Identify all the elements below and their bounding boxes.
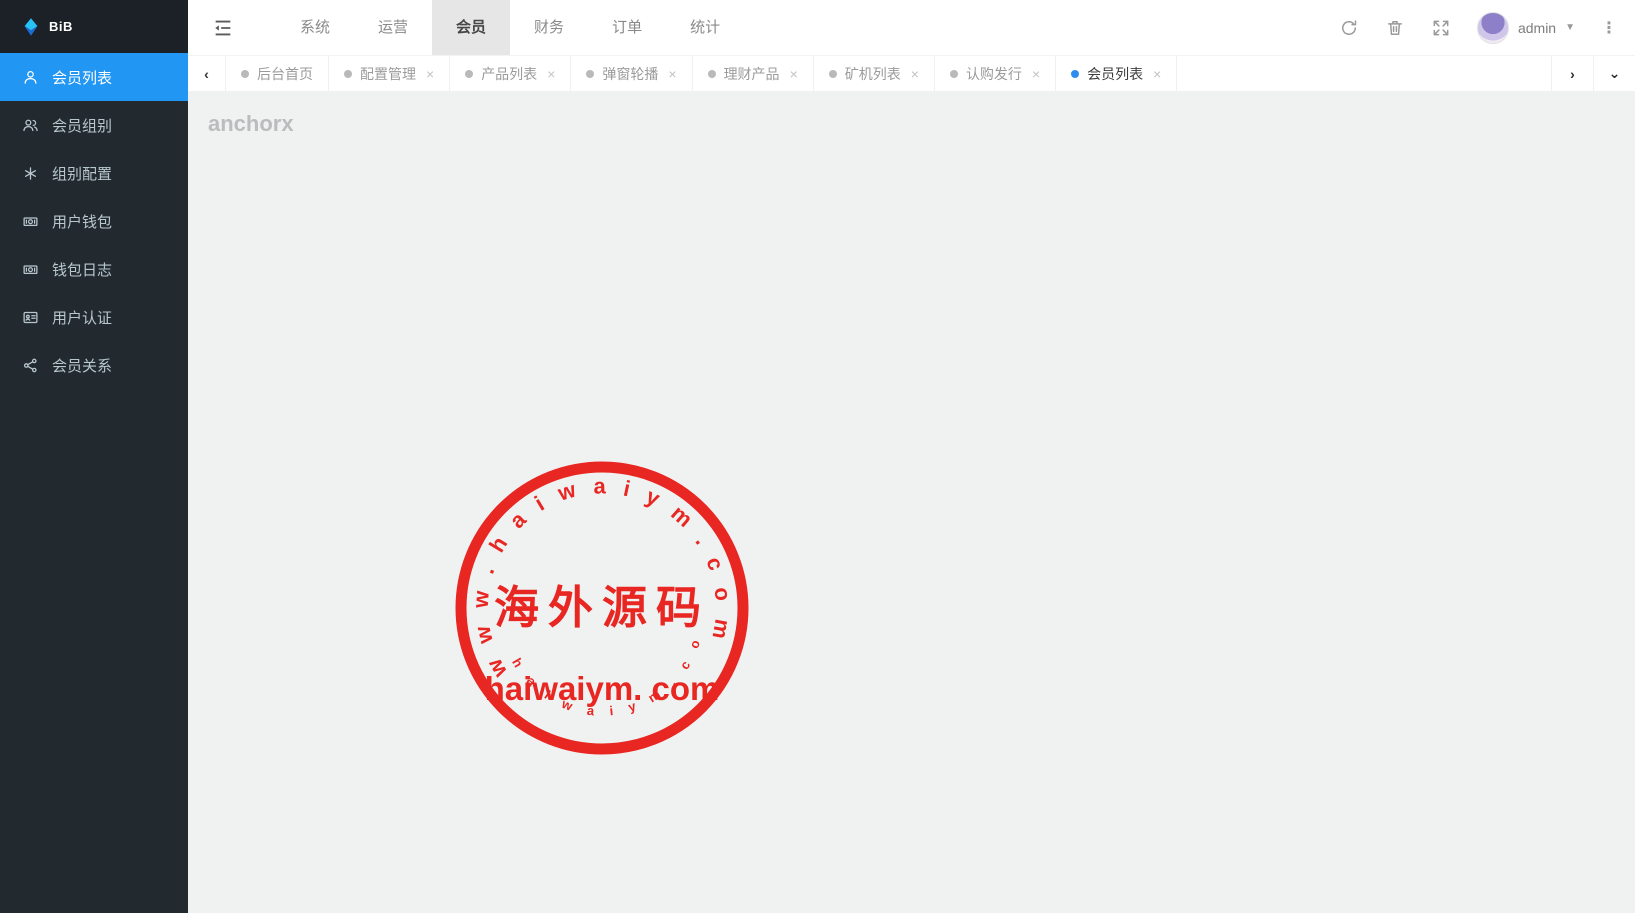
user-caret-down-icon: ▼ <box>1565 22 1575 33</box>
header-right: admin ▼ ⋮ <box>1339 12 1635 44</box>
top-nav: 系统运营会员财务订单统计 <box>276 0 744 55</box>
tab-产品列表[interactable]: 产品列表 × <box>450 56 571 91</box>
tabs-scroll-left-button[interactable]: ‹ <box>188 56 226 91</box>
tab-弹窗轮播[interactable]: 弹窗轮播 × <box>571 56 692 91</box>
sidebar-item-会员列表[interactable]: 会员列表 <box>0 53 188 101</box>
tab-label: 弹窗轮播 <box>602 64 658 84</box>
nav-item-统计[interactable]: 统计 <box>666 0 744 55</box>
sidebar-item-label: 组别配置 <box>52 163 112 184</box>
sidebar-item-会员组别[interactable]: 会员组别 <box>0 101 188 149</box>
tab-label: 后台首页 <box>257 64 313 84</box>
sidebar-menu: 会员列表会员组别组别配置用户钱包钱包日志用户认证会员关系 <box>0 53 188 389</box>
tab-认购发行[interactable]: 认购发行 × <box>935 56 1056 91</box>
share-icon <box>22 357 39 374</box>
tab-label: 会员列表 <box>1087 64 1143 84</box>
tab-status-dot <box>950 70 958 78</box>
user-menu[interactable]: admin ▼ <box>1477 12 1575 44</box>
tab-close-icon[interactable]: × <box>911 66 919 82</box>
tab-label: 配置管理 <box>360 64 416 84</box>
tab-status-dot <box>708 70 716 78</box>
sidebar-item-用户认证[interactable]: 用户认证 <box>0 293 188 341</box>
tab-理财产品[interactable]: 理财产品 × <box>693 56 814 91</box>
tab-label: 矿机列表 <box>845 64 901 84</box>
tab-close-icon[interactable]: × <box>1153 66 1161 82</box>
tab-bar: ‹ 后台首页配置管理×产品列表×弹窗轮播×理财产品×矿机列表×认购发行×会员列表… <box>188 55 1635 91</box>
nav-item-系统[interactable]: 系统 <box>276 0 354 55</box>
asterisk-icon <box>22 165 39 182</box>
more-options-icon[interactable]: ⋮ <box>1601 18 1617 38</box>
brand-name: anchorx <box>192 92 1635 913</box>
sidebar-item-会员关系[interactable]: 会员关系 <box>0 341 188 389</box>
tab-close-icon[interactable]: × <box>547 66 555 82</box>
tab-status-dot <box>344 70 352 78</box>
sidebar-item-组别配置[interactable]: 组别配置 <box>0 149 188 197</box>
tab-close-icon[interactable]: × <box>668 66 676 82</box>
user-avatar <box>1477 12 1509 44</box>
tab-会员列表[interactable]: 会员列表 × <box>1056 56 1177 91</box>
id-card-icon <box>22 309 39 326</box>
sidebar-toggle-icon <box>212 17 234 39</box>
tab-status-dot <box>241 70 249 78</box>
tab-status-dot <box>465 70 473 78</box>
sidebar-item-label: 钱包日志 <box>52 259 112 280</box>
sidebar-item-label: 会员列表 <box>52 67 112 88</box>
tab-label: 产品列表 <box>481 64 537 84</box>
sidebar-item-label: 用户认证 <box>52 307 112 328</box>
money-log-icon <box>22 261 39 278</box>
nav-item-会员[interactable]: 会员 <box>432 0 510 55</box>
tabs: 后台首页 配置管理 × 产品列表 × 弹窗轮播 × 理财产品 × 矿机列表 × 认购发行 × 会员列表 × <box>226 56 1177 91</box>
tab-status-dot <box>586 70 594 78</box>
tabbar-spacer <box>1177 56 1551 91</box>
tab-status-dot <box>829 70 837 78</box>
tab-label: 理财产品 <box>724 64 780 84</box>
nav-item-订单[interactable]: 订单 <box>588 0 666 55</box>
tab-矿机列表[interactable]: 矿机列表 × <box>814 56 935 91</box>
users-icon <box>22 117 39 134</box>
tab-label: 认购发行 <box>966 64 1022 84</box>
sidebar-toggle-button[interactable] <box>188 0 258 55</box>
nav-item-运营[interactable]: 运营 <box>354 0 432 55</box>
top-header: 系统运营会员财务订单统计 admin ▼ ⋮ <box>188 0 1635 55</box>
brand-logo[interactable]: BiB anchorx <box>0 0 188 53</box>
sidebar-item-label: 用户钱包 <box>52 211 112 232</box>
tabs-scroll-right-button[interactable]: › <box>1551 56 1593 91</box>
tabs-menu-button[interactable]: ⌄ <box>1593 56 1635 91</box>
tab-后台首页[interactable]: 后台首页 <box>226 56 329 91</box>
tab-status-dot <box>1071 70 1079 78</box>
sidebar-item-label: 会员关系 <box>52 355 112 376</box>
tab-close-icon[interactable]: × <box>1032 66 1040 82</box>
tab-close-icon[interactable]: × <box>790 66 798 82</box>
sidebar-item-钱包日志[interactable]: 钱包日志 <box>0 245 188 293</box>
nav-item-财务[interactable]: 财务 <box>510 0 588 55</box>
user-name: admin <box>1518 20 1556 36</box>
sidebar-item-label: 会员组别 <box>52 115 112 136</box>
sidebar-item-用户钱包[interactable]: 用户钱包 <box>0 197 188 245</box>
fullscreen-icon[interactable] <box>1431 18 1451 38</box>
gem-logo-icon <box>20 16 42 38</box>
tab-close-icon[interactable]: × <box>426 66 434 82</box>
trash-icon[interactable] <box>1385 18 1405 38</box>
sidebar: BiB anchorx 会员列表会员组别组别配置用户钱包钱包日志用户认证会员关系 <box>0 0 188 913</box>
refresh-icon[interactable] <box>1339 18 1359 38</box>
user-icon <box>22 69 39 86</box>
money-icon <box>22 213 39 230</box>
brand-short: BiB <box>49 19 73 34</box>
tab-配置管理[interactable]: 配置管理 × <box>329 56 450 91</box>
